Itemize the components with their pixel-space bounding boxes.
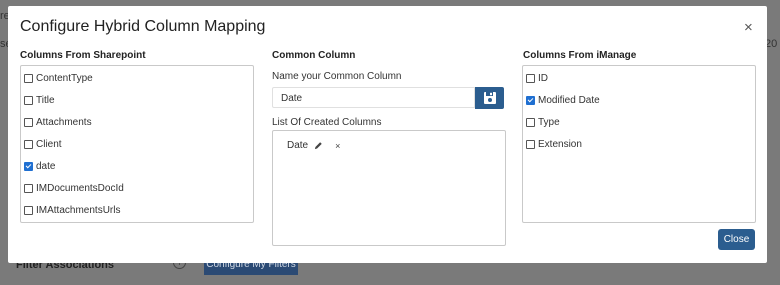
checkbox[interactable] [24, 162, 33, 171]
sharepoint-item-client[interactable]: Client [24, 139, 62, 150]
checkbox[interactable] [24, 184, 33, 193]
checkbox[interactable] [24, 74, 33, 83]
checkbox[interactable] [24, 96, 33, 105]
checkbox[interactable] [24, 206, 33, 215]
remove-icon[interactable]: × [335, 141, 340, 151]
imanage-columns-list: ID Modified Date Type Extension [522, 65, 756, 223]
common-column-heading: Common Column [272, 50, 356, 61]
checkbox[interactable] [24, 118, 33, 127]
checkbox[interactable] [526, 96, 535, 105]
checkbox[interactable] [526, 140, 535, 149]
sharepoint-item-imattachmentsurls[interactable]: IMAttachmentsUrls [24, 205, 120, 216]
close-button[interactable]: Close [718, 229, 755, 250]
created-column-label: Date [287, 140, 309, 151]
sharepoint-item-attachments[interactable]: Attachments [24, 117, 92, 128]
close-icon[interactable]: × [744, 19, 753, 36]
dialog-title: Configure Hybrid Column Mapping [20, 18, 266, 35]
save-button[interactable] [475, 87, 504, 109]
imanage-item-type[interactable]: Type [526, 117, 560, 128]
sharepoint-item-title[interactable]: Title [24, 95, 55, 106]
created-columns-label: List Of Created Columns [272, 117, 382, 128]
imanage-heading: Columns From iManage [523, 50, 637, 61]
sharepoint-item-imdocumentsdocid[interactable]: IMDocumentsDocId [24, 183, 124, 194]
imanage-item-extension[interactable]: Extension [526, 139, 582, 150]
name-common-column-label: Name your Common Column [272, 71, 402, 82]
imanage-item-id[interactable]: ID [526, 73, 548, 84]
created-column-chip: Date × [287, 140, 340, 151]
sharepoint-item-contenttype[interactable]: ContentType [24, 73, 93, 84]
pencil-icon[interactable] [314, 141, 323, 150]
checkbox[interactable] [24, 140, 33, 149]
column-mapping-dialog: Configure Hybrid Column Mapping × Column… [8, 6, 767, 263]
imanage-item-modified-date[interactable]: Modified Date [526, 95, 600, 106]
checkbox[interactable] [526, 118, 535, 127]
sharepoint-heading: Columns From Sharepoint [20, 50, 146, 61]
sharepoint-item-date[interactable]: date [24, 161, 55, 172]
floppy-disk-icon [484, 92, 496, 104]
sharepoint-columns-list: ContentType Title Attachments Client dat… [20, 65, 254, 223]
common-column-name-input[interactable]: Date [272, 87, 475, 108]
checkbox[interactable] [526, 74, 535, 83]
